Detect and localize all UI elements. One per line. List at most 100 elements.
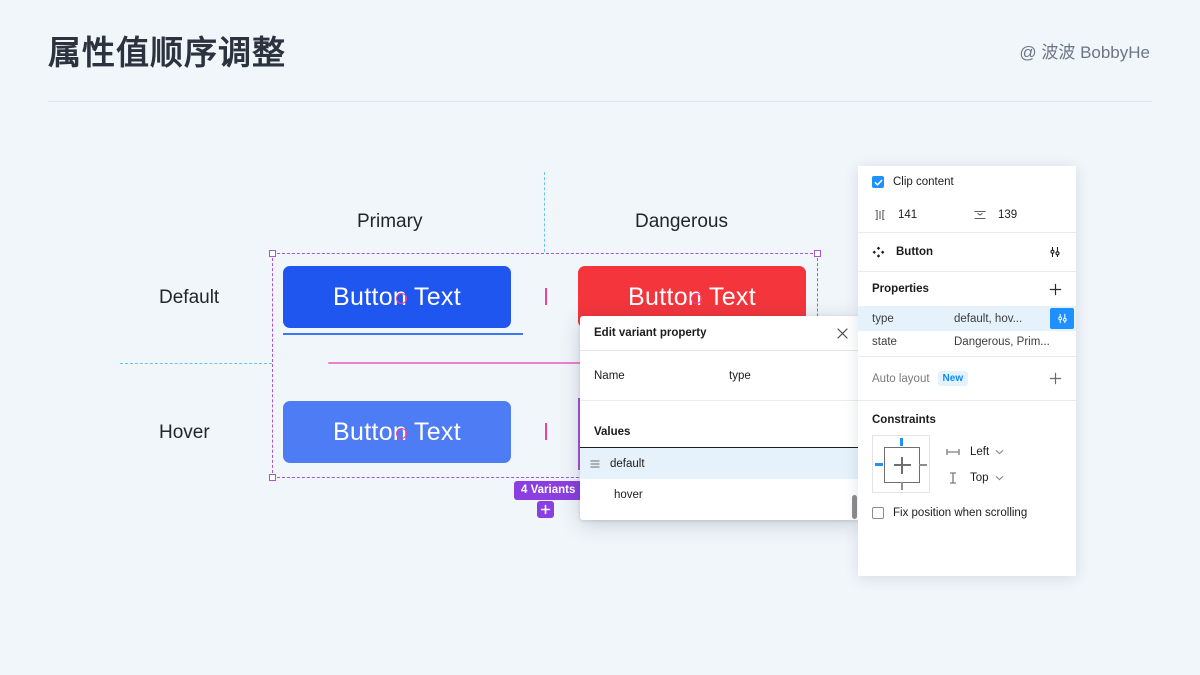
drag-handle-glyph: [590, 460, 600, 468]
component-name: Button: [896, 246, 1048, 258]
constraints-center-plus-v: [901, 457, 903, 474]
vertical-constraint-icon: [946, 472, 960, 484]
drag-handle-icon[interactable]: [590, 460, 606, 468]
add-variant-button[interactable]: [537, 501, 554, 518]
horizontal-resizing-icon: [872, 209, 888, 221]
canvas-button-primary-default[interactable]: Button Text: [283, 266, 511, 328]
add-auto-layout-button[interactable]: [1049, 372, 1062, 385]
chevron-glyph: [995, 449, 1004, 455]
component-row[interactable]: Button: [858, 233, 1076, 271]
canvas-button-primary-hover[interactable]: Button Text: [283, 401, 511, 463]
variants-count-badge: 4 Variants: [514, 481, 582, 500]
value-item-default[interactable]: default: [580, 448, 860, 479]
properties-title: Properties: [872, 283, 1049, 295]
blue-alignment-line: [283, 333, 523, 335]
height-value: 139: [998, 209, 1017, 221]
constraints-options: Left Top: [946, 435, 1004, 493]
vertical-resizing-field[interactable]: 139: [972, 209, 1017, 221]
width-value: 141: [898, 209, 917, 221]
checkbox-checked-icon[interactable]: [872, 176, 884, 188]
row-label-hover: Hover: [159, 422, 210, 444]
plus-icon: [1049, 283, 1062, 296]
panel-section-component: Button: [858, 233, 1076, 272]
constraint-pin-bottom[interactable]: [901, 482, 903, 490]
chevron-down-icon[interactable]: [995, 449, 1004, 455]
plus-icon: [1049, 372, 1062, 385]
property-row-type[interactable]: type default, hov...: [858, 306, 1076, 331]
fix-position-row[interactable]: Fix position when scrolling: [858, 493, 1076, 519]
value-label: default: [606, 458, 645, 470]
property-row-state[interactable]: state Dangerous, Prim...: [858, 331, 1076, 356]
dialog-scrollbar-thumb[interactable]: [852, 495, 857, 519]
property-name: state: [872, 336, 954, 348]
vertical-resizing-icon: [972, 209, 988, 221]
vertical-constraint-row[interactable]: Top: [946, 465, 1004, 491]
panel-section-constraints: Constraints Left: [858, 401, 1076, 519]
pink-tick-hover-row: [545, 423, 547, 440]
constraint-pin-left[interactable]: [875, 463, 883, 466]
constraint-pin-right[interactable]: [919, 464, 927, 466]
close-button[interactable]: [836, 327, 849, 340]
name-input-value[interactable]: type: [729, 370, 751, 382]
clip-content-label: Clip content: [893, 176, 954, 188]
panel-section-properties: Properties type default, hov...: [858, 272, 1076, 357]
dialog-title: Edit variant property: [594, 327, 836, 339]
checkbox-unchecked-icon[interactable]: [872, 507, 884, 519]
column-header-dangerous: Dangerous: [635, 211, 728, 233]
close-icon: [836, 327, 849, 340]
row-label-default: Default: [159, 287, 219, 309]
horizontal-constraint-row[interactable]: Left: [946, 439, 1004, 465]
property-value: default, hov...: [954, 313, 1050, 325]
resize-handle-bottom-left[interactable]: [269, 474, 276, 481]
value-label: hover: [610, 489, 643, 501]
panel-section-auto-layout: Auto layout New: [858, 357, 1076, 401]
value-item-hover[interactable]: hover: [580, 479, 860, 510]
size-row: 141 139: [858, 198, 1076, 232]
horizontal-resizing-field[interactable]: 141: [872, 209, 972, 221]
properties-header: Properties: [858, 272, 1076, 306]
cursor-ring-icon: [691, 293, 702, 304]
component-variants-button[interactable]: [1048, 245, 1062, 259]
constraints-body: Left Top: [858, 426, 1076, 493]
inspector-panel: Clip content 141 139: [858, 166, 1076, 576]
vertical-constraint-value: Top: [970, 472, 989, 484]
constraints-grid-icon[interactable]: [872, 435, 930, 493]
plus-icon: [540, 504, 551, 515]
edit-property-button[interactable]: [1050, 308, 1074, 329]
component-set-icon: [872, 246, 885, 259]
cursor-ring-icon: [396, 293, 407, 304]
pink-tick-default-row: [545, 288, 547, 305]
property-value: Dangerous, Prim...: [954, 336, 1076, 348]
check-glyph: [874, 178, 883, 187]
dialog-name-row[interactable]: Name type: [580, 351, 860, 401]
resize-handle-top-left[interactable]: [269, 250, 276, 257]
add-property-button[interactable]: [1049, 283, 1062, 296]
fix-position-label: Fix position when scrolling: [893, 507, 1027, 519]
cursor-ring-icon: [396, 428, 407, 439]
header-divider: [48, 101, 1152, 102]
page-title: 属性值顺序调整: [48, 26, 286, 74]
slide-root: 属性值顺序调整 @ 波波 BobbyHe Primary Dangerous D…: [0, 0, 1200, 675]
constraints-title: Constraints: [858, 401, 1076, 426]
property-name: type: [872, 313, 954, 325]
name-label: Name: [594, 370, 729, 382]
vertical-measure-guide: [544, 172, 545, 252]
constraint-pin-top[interactable]: [900, 438, 903, 446]
auto-layout-row: Auto layout New: [858, 357, 1076, 400]
variants-sliders-icon: [1056, 312, 1069, 325]
chevron-down-icon[interactable]: [995, 475, 1004, 481]
horizontal-constraint-icon: [946, 447, 960, 457]
author-credit: @ 波波 BobbyHe: [1019, 38, 1150, 63]
resize-handle-top-right[interactable]: [814, 250, 821, 257]
horizontal-measure-guide: [120, 363, 272, 364]
chevron-glyph: [995, 475, 1004, 481]
panel-section-frame: Clip content 141 139: [858, 166, 1076, 233]
auto-layout-label: Auto layout: [872, 373, 930, 385]
new-badge: New: [938, 371, 969, 386]
values-section-header: Values: [580, 401, 860, 448]
column-header-primary: Primary: [357, 211, 422, 233]
edit-variant-property-dialog: Edit variant property Name type Values d…: [580, 316, 860, 520]
horizontal-constraint-value: Left: [970, 446, 989, 458]
variants-sliders-icon: [1048, 245, 1062, 259]
clip-content-row[interactable]: Clip content: [858, 166, 1076, 198]
